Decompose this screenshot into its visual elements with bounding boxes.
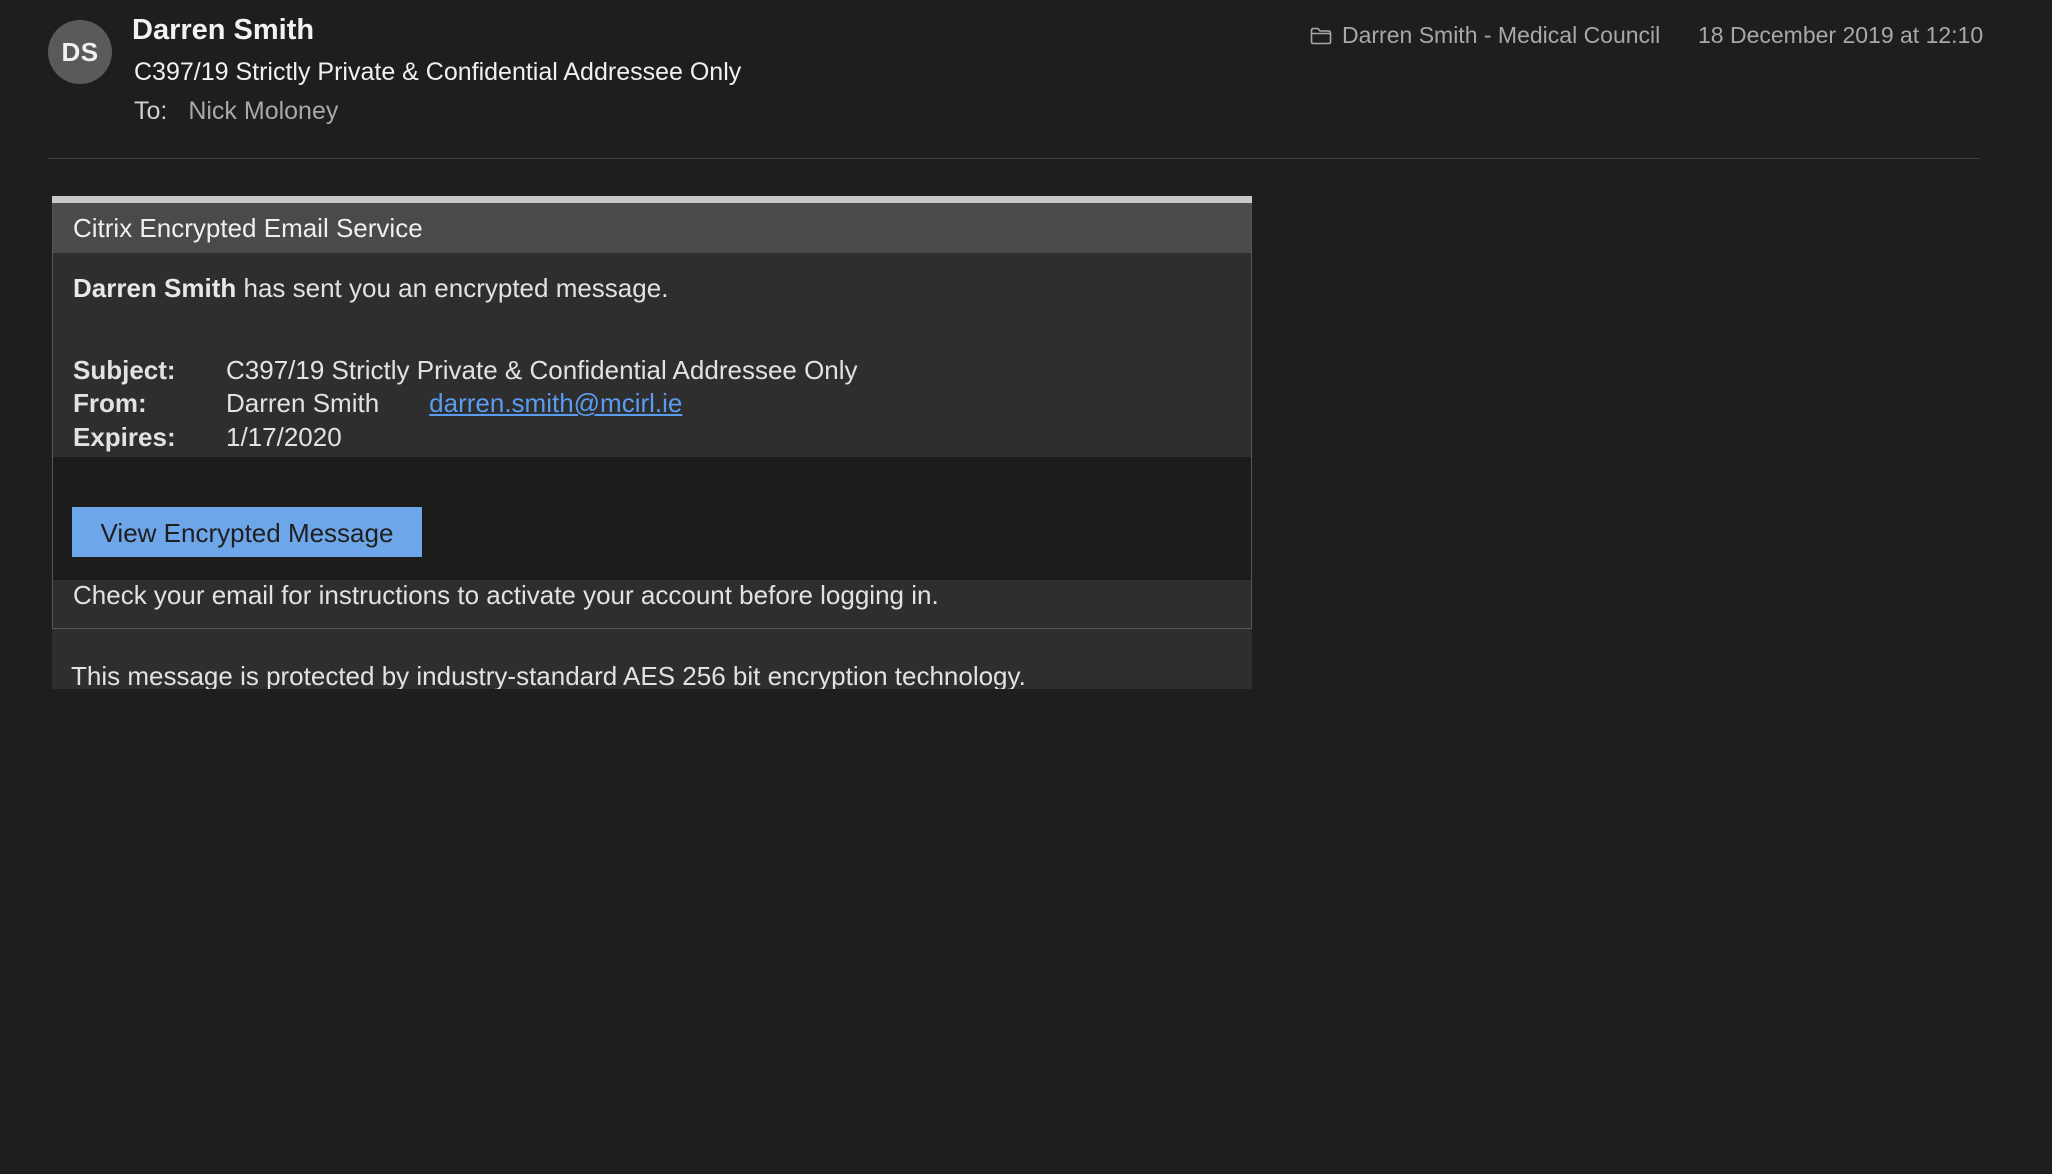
card-action-section: View Encrypted Message (52, 457, 1252, 580)
avatar[interactable]: DS (48, 20, 112, 84)
header-divider (48, 158, 1980, 159)
from-label: From: (73, 388, 147, 418)
from-email-link[interactable]: darren.smith@mcirl.ie (429, 388, 682, 418)
subject-row: Subject: C397/19 Strictly Private & Confi… (73, 355, 858, 386)
subject-value: C397/19 Strictly Private & Confidential … (226, 355, 858, 385)
message-header: DS Darren Smith C397/19 Strictly Private… (0, 0, 2052, 160)
activation-instructions: Check your email for instructions to act… (52, 580, 1252, 629)
mailbox-folder[interactable]: Darren Smith - Medical Council (1310, 22, 1660, 49)
intro-text: Darren Smith has sent you an encrypted m… (73, 273, 668, 304)
citrix-encrypted-card: Citrix Encrypted Email Service Darren Sm… (52, 196, 1252, 689)
subject-label: Subject: (73, 355, 176, 385)
expires-value: 1/17/2020 (226, 422, 342, 452)
from-name: Darren Smith (226, 388, 380, 418)
encryption-notice: This message is protected by industry-st… (52, 629, 1252, 689)
card-info-section: Darren Smith has sent you an encrypted m… (52, 253, 1252, 457)
expires-row: Expires: 1/17/2020 (73, 422, 342, 453)
recipient-name[interactable]: Nick Moloney (188, 97, 338, 125)
message-date: 18 December 2019 at 12:10 (1698, 22, 1984, 48)
from-row: From: Darren Smith darren.smith@mcirl.ie (73, 388, 682, 419)
message-subject: C397/19 Strictly Private & Confidential … (134, 58, 742, 86)
sender-name[interactable]: Darren Smith (132, 14, 314, 47)
folder-name: Darren Smith - Medical Council (1342, 22, 1661, 48)
view-encrypted-message-button[interactable]: View Encrypted Message (72, 507, 422, 557)
to-label: To: (134, 97, 168, 125)
card-top-bar (52, 196, 1252, 203)
intro-sender-name: Darren Smith (73, 273, 237, 303)
card-title: Citrix Encrypted Email Service (52, 203, 1252, 253)
intro-rest: has sent you an encrypted message. (236, 273, 669, 303)
folder-icon (1310, 27, 1332, 44)
expires-label: Expires: (73, 422, 176, 452)
recipient-line: To: Nick Moloney (134, 97, 338, 126)
